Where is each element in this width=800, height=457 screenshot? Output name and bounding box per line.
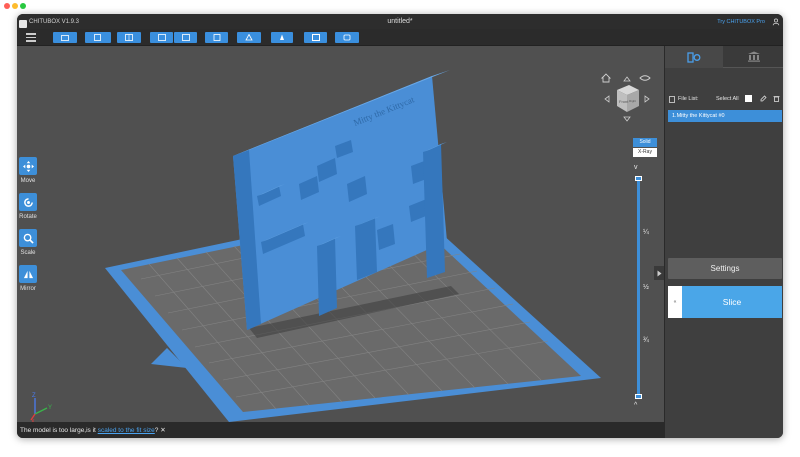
- slider-quarter-mark: ¼: [643, 229, 649, 236]
- settings-button[interactable]: Settings: [668, 258, 782, 279]
- pro-link[interactable]: Try CHITUBOX Pro: [717, 19, 765, 25]
- scale-label: Scale: [20, 250, 36, 256]
- hollow-button[interactable]: [271, 32, 293, 43]
- slider-three-quarter-mark: ¾: [643, 337, 649, 344]
- tab-model-list[interactable]: [665, 46, 723, 68]
- move-label: Move: [20, 178, 36, 184]
- info-button[interactable]: [335, 32, 359, 43]
- layout-button[interactable]: [304, 32, 327, 43]
- select-all-label: Select All: [716, 96, 739, 102]
- save-file-button[interactable]: [85, 32, 111, 43]
- eye-icon[interactable]: [639, 75, 651, 81]
- move-icon: [19, 157, 37, 175]
- maximize-window-button[interactable]: [20, 3, 26, 9]
- undo-icon: [157, 34, 166, 41]
- rotate-label: Rotate: [19, 214, 37, 220]
- rotate-down-icon[interactable]: [623, 116, 631, 122]
- scale-tool[interactable]: Scale: [17, 229, 39, 256]
- document-title: untitled*: [387, 18, 413, 25]
- panel-collapse-button[interactable]: [654, 266, 664, 280]
- layer-slider-track[interactable]: [637, 178, 640, 396]
- cube-face-label: Front: [619, 99, 629, 104]
- app-window: CHITUBOX V1.9.3 untitled* Try CHITUBOX P…: [17, 14, 783, 438]
- file-list-label: File List:: [678, 96, 699, 102]
- select-all-checkbox[interactable]: [745, 95, 752, 102]
- open-file-button[interactable]: [53, 32, 77, 43]
- save-icon: [94, 34, 101, 41]
- xray-mode-button[interactable]: X-Ray: [633, 148, 657, 157]
- settings-icon: [213, 34, 220, 41]
- file-list-item[interactable]: 1.Mitty the Kittycat #0: [668, 110, 782, 122]
- scale-icon: [19, 229, 37, 247]
- render-mode-toggle: Solid X-Ray: [633, 138, 657, 157]
- platform-tab-icon: [747, 51, 760, 62]
- redo-icon: [181, 34, 190, 41]
- mirror-tool[interactable]: Mirror: [17, 265, 39, 292]
- home-view-icon[interactable]: [600, 73, 612, 83]
- file-list-header: File List: Select All: [669, 95, 782, 105]
- chevron-right-icon: [657, 270, 661, 276]
- solid-mode-button[interactable]: Solid: [633, 138, 657, 147]
- layer-slider-bottom-handle[interactable]: [635, 394, 642, 399]
- slice-group: « Slice: [668, 286, 782, 318]
- redo-button[interactable]: [174, 32, 197, 43]
- hollow-icon: [280, 34, 284, 40]
- edit-icon[interactable]: [760, 95, 767, 102]
- slice-options-button[interactable]: «: [668, 286, 682, 318]
- slider-up-chevron-icon[interactable]: ^: [634, 402, 637, 409]
- rotate-left-icon[interactable]: [604, 95, 610, 103]
- settings-button[interactable]: [205, 32, 228, 43]
- file-icon: [669, 96, 675, 103]
- support-button[interactable]: [237, 32, 261, 43]
- mirror-label: Mirror: [20, 286, 36, 292]
- close-window-button[interactable]: [4, 3, 10, 9]
- axis-z-label: Z: [32, 393, 36, 399]
- rotate-tool[interactable]: Rotate: [17, 193, 39, 220]
- build-scene: Mitty the Kittycat: [105, 70, 601, 422]
- tab-platform[interactable]: [723, 46, 783, 68]
- scale-to-fit-link[interactable]: scaled to the fit size: [98, 427, 155, 434]
- 3d-viewport[interactable]: Mitty the Kittycat Move Rotate Scale Mir…: [17, 46, 664, 438]
- rotate-up-icon[interactable]: [623, 76, 631, 82]
- undo-button[interactable]: [150, 32, 173, 43]
- folder-icon: [61, 35, 69, 41]
- slice-button[interactable]: Slice: [682, 286, 782, 318]
- mirror-icon: [19, 265, 37, 283]
- status-message: The model is too large,is it: [20, 427, 98, 434]
- menu-icon[interactable]: [26, 33, 36, 42]
- slider-half-mark: ½: [643, 284, 649, 291]
- info-icon: [343, 34, 351, 41]
- trash-icon[interactable]: [773, 95, 780, 102]
- axis-y-label: Y: [48, 405, 52, 411]
- layer-slider-top-handle[interactable]: [635, 176, 642, 181]
- workspace-button[interactable]: [117, 32, 141, 43]
- grid-icon: [125, 34, 133, 41]
- panel-tabs: [665, 46, 783, 68]
- view-cube[interactable]: Front Right: [597, 68, 657, 128]
- minimize-window-button[interactable]: [12, 3, 18, 9]
- move-tool[interactable]: Move: [17, 157, 39, 184]
- close-status-icon[interactable]: ✕: [160, 427, 165, 434]
- main-toolbar: [17, 29, 783, 46]
- user-icon[interactable]: [772, 18, 780, 26]
- right-panel: File List: Select All 1.Mitty the Kittyc…: [664, 46, 783, 438]
- rotate-icon: [19, 193, 37, 211]
- cube-side-label: Right: [629, 99, 636, 103]
- support-icon: [245, 34, 253, 41]
- axis-gizmo: Z Y X: [30, 393, 52, 424]
- file-list-tab-icon: [687, 51, 701, 63]
- rotate-right-icon[interactable]: [644, 95, 650, 103]
- layout-icon: [311, 34, 320, 41]
- slider-down-chevron-icon[interactable]: v: [634, 164, 638, 171]
- status-message-end: ?: [154, 427, 159, 434]
- status-bar: The model is too large,is it scaled to t…: [17, 422, 664, 438]
- title-bar: CHITUBOX V1.9.3 untitled* Try CHITUBOX P…: [17, 14, 783, 29]
